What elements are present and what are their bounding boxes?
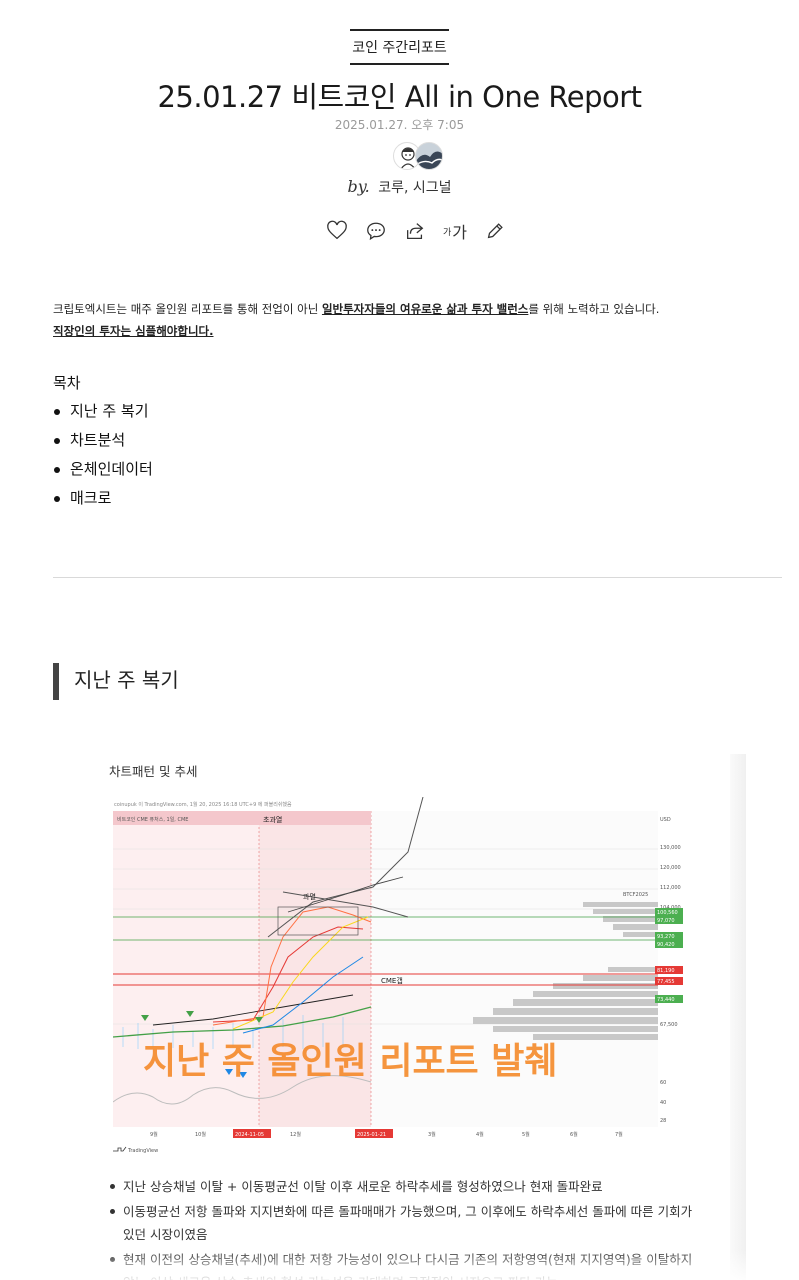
list-item: 현재 이전의 상승채널(추세)에 대한 저항 가능성이 있으나 다시금 기존의 … bbox=[108, 1248, 698, 1280]
x-tick-label: 9월 bbox=[150, 1131, 158, 1138]
price-tag-label: 97,070 bbox=[657, 918, 675, 924]
list-item: 지난 상승채널 이탈 + 이동평균선 이탈 이후 새로운 하락추세를 형성하였으… bbox=[108, 1175, 698, 1198]
category-label[interactable]: 코인 주간리포트 bbox=[350, 29, 449, 65]
post-category[interactable]: 코인 주간리포트 bbox=[0, 29, 799, 65]
author-avatars bbox=[393, 142, 445, 172]
font-small-label: 가 bbox=[442, 227, 452, 238]
y-tick-label: 112,000 bbox=[660, 885, 681, 891]
price-tag-label: 100,560 bbox=[657, 910, 678, 916]
x-tick-label: 12월 bbox=[290, 1131, 301, 1138]
intro-highlight: 일반투자자들의 여유로운 삶과 투자 밸런스 bbox=[321, 302, 529, 316]
chart-image[interactable]: 비트코인 CME 퓨처스, 1일, CME CME갭 과열 초과열 지난 주 올… bbox=[112, 796, 690, 1154]
card-edge-shadow bbox=[730, 754, 746, 1280]
card-title: 차트패턴 및 추세 bbox=[109, 764, 198, 779]
intro-text-2: 를 위해 노력하고 있습니다. bbox=[528, 302, 660, 316]
overheat-box-label: 과열 bbox=[303, 892, 316, 901]
x-tick-label: 10월 bbox=[195, 1131, 206, 1138]
share-button[interactable] bbox=[403, 219, 427, 243]
y-tick-label: 67,500 bbox=[660, 1022, 678, 1028]
x-tick-label: 7월 bbox=[615, 1131, 623, 1138]
like-button[interactable] bbox=[325, 219, 349, 243]
price-tag-label: 73,440 bbox=[657, 997, 675, 1003]
intro-text-1: 크립토엑시트는 매주 올인원 리포트를 통해 전업이 아닌 bbox=[53, 302, 322, 316]
byline: by. 코루, 시그널 bbox=[0, 177, 799, 197]
price-tag-label: 77,455 bbox=[657, 979, 675, 985]
toc-item[interactable]: 온체인데이터 bbox=[53, 457, 153, 486]
price-tag-label: 90,420 bbox=[657, 942, 675, 948]
toc-item[interactable]: 매크로 bbox=[53, 486, 153, 515]
post-title: 25.01.27 비트코인 All in One Report bbox=[157, 80, 642, 114]
chart-symbol-label: 비트코인 CME 퓨처스, 1일, CME bbox=[117, 816, 188, 823]
y-tick-label: 28 bbox=[660, 1118, 666, 1124]
price-tag-label: 93,270 bbox=[657, 934, 675, 940]
x-tick-label: 5월 bbox=[522, 1131, 530, 1138]
author-names[interactable]: 코루, 시그널 bbox=[378, 180, 451, 196]
chart-watermark: 지난 주 올인원 리포트 발췌 bbox=[143, 1041, 557, 1082]
edit-button[interactable] bbox=[483, 219, 507, 243]
price-tag-label: 81,190 bbox=[657, 968, 675, 974]
font-big-label: 가 bbox=[452, 223, 467, 242]
tradingview-logo-text: TradingView bbox=[127, 1148, 158, 1154]
x-tick-label: 3월 bbox=[428, 1131, 436, 1138]
y-tick-label: 40 bbox=[660, 1100, 666, 1106]
share-icon bbox=[407, 223, 424, 239]
divider bbox=[53, 577, 782, 578]
intro-line-2: 직장인의 투자는 심플해야합니다. bbox=[53, 324, 214, 338]
comment-button[interactable] bbox=[364, 219, 388, 243]
toc-item[interactable]: 지난 주 복기 bbox=[53, 399, 153, 428]
heart-icon bbox=[327, 220, 347, 240]
ticker-label: BTCF2025 bbox=[623, 892, 648, 898]
intro-paragraph: 크립토엑시트는 매주 올인원 리포트를 통해 전업이 아닌 일반투자자들의 여유… bbox=[53, 298, 773, 342]
x-tick-label: 2025-01-21 bbox=[357, 1132, 386, 1138]
pencil-icon bbox=[487, 223, 503, 239]
section-heading: 지난 주 복기 bbox=[53, 663, 179, 700]
avatar[interactable] bbox=[415, 142, 443, 170]
y-tick-label: 130,000 bbox=[660, 845, 681, 851]
font-size-button[interactable]: 가가 bbox=[442, 219, 468, 243]
comment-icon bbox=[367, 222, 385, 241]
toc-title: 목차 bbox=[53, 374, 81, 392]
y-tick-label: 120,000 bbox=[660, 865, 681, 871]
x-tick-label: 4월 bbox=[476, 1131, 484, 1138]
x-tick-label: 6월 bbox=[570, 1131, 578, 1138]
y-tick-label: USD bbox=[660, 817, 671, 823]
toc-item[interactable]: 차트분석 bbox=[53, 428, 153, 457]
x-tick-label: 2024-11-05 bbox=[235, 1132, 264, 1138]
y-tick-label: 60 bbox=[660, 1080, 666, 1086]
list-item: 이동평균선 저항 돌파와 지지변화에 따른 돌파매매가 가능했으며, 그 이후에… bbox=[108, 1200, 698, 1246]
cme-gap-label: CME갭 bbox=[381, 977, 403, 985]
card-bullet-list: 지난 상승채널 이탈 + 이동평균선 이탈 이후 새로운 하락추세를 형성하였으… bbox=[108, 1175, 698, 1280]
post-date: 2025.01.27. 오후 7:05 bbox=[334, 118, 465, 132]
super-overheat-label: 초과열 bbox=[263, 815, 282, 824]
action-bar: 가가 bbox=[325, 219, 507, 243]
by-prefix: by. bbox=[347, 177, 370, 196]
toc-list: 지난 주 복기 차트분석 온체인데이터 매크로 bbox=[53, 399, 153, 515]
